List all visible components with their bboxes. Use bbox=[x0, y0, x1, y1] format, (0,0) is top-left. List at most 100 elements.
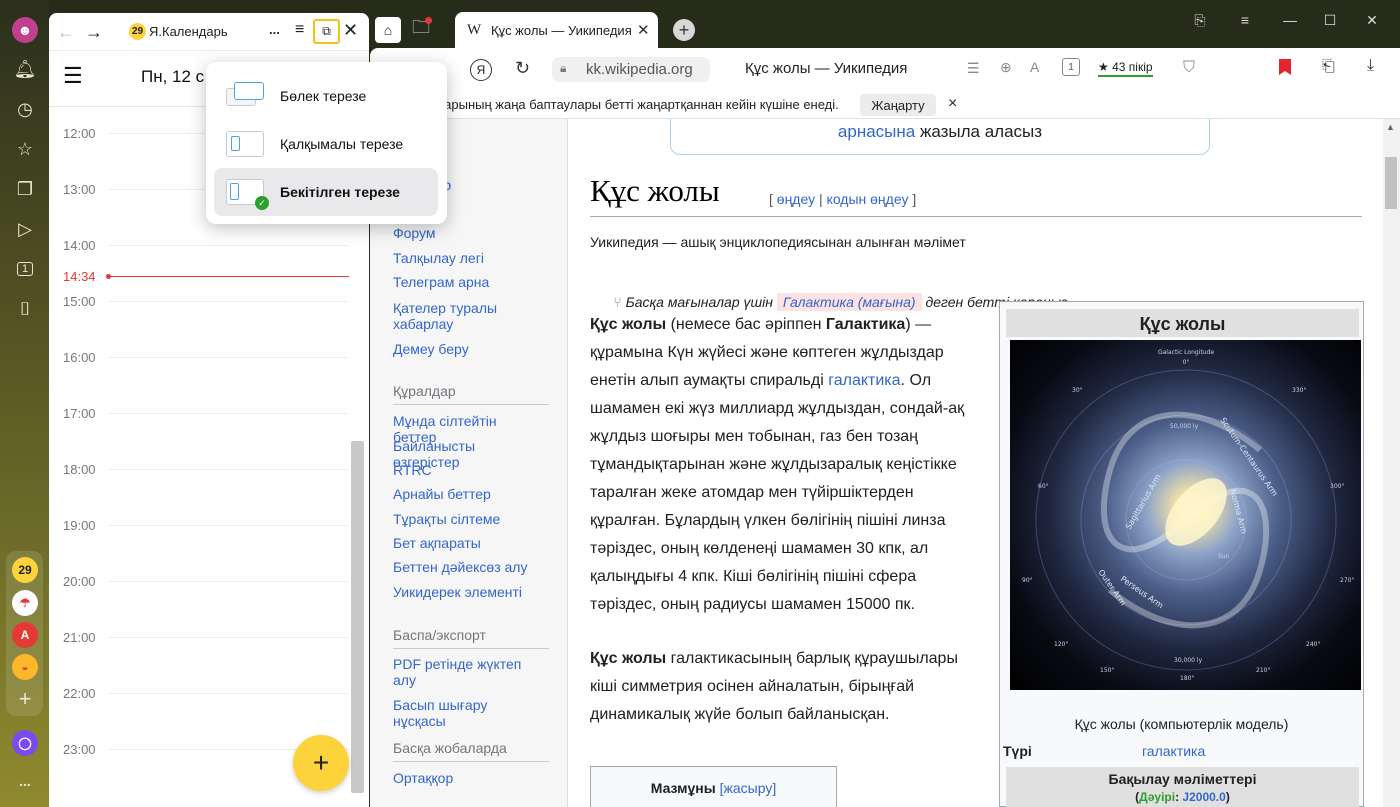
wiki-nav-link[interactable]: Демеу беру bbox=[393, 341, 543, 357]
galaxy-label-270: 270° bbox=[1340, 577, 1354, 584]
history-icon[interactable]: ◷ bbox=[12, 96, 38, 122]
infobox-title: Құс жолы bbox=[1006, 309, 1359, 337]
window-mode-pinned[interactable]: ✓ Бекітілген терезе bbox=[214, 168, 438, 216]
window-mode-separate[interactable]: Бөлек терезе bbox=[214, 72, 438, 120]
translate-app-icon[interactable]: A bbox=[12, 622, 38, 648]
banner-link[interactable]: арнасына bbox=[838, 122, 915, 141]
other-divider bbox=[393, 761, 549, 762]
scroll-up-arrow[interactable]: ▲ bbox=[1386, 122, 1395, 132]
new-folder-icon[interactable]: 🗀︎ bbox=[406, 15, 436, 45]
yandex-button[interactable]: Я bbox=[470, 59, 492, 81]
saved-bookmark-icon[interactable] bbox=[1279, 59, 1291, 75]
translate-icon[interactable]: A bbox=[1030, 59, 1039, 75]
wiki-tools-link[interactable]: Бет ақпараты bbox=[393, 535, 543, 551]
browser-menu-icon[interactable]: ≡ bbox=[1235, 10, 1255, 30]
window-close-button[interactable]: ✕ bbox=[1362, 10, 1382, 30]
page-scroll-thumb[interactable] bbox=[1385, 157, 1397, 209]
back-arrow-icon[interactable]: ← bbox=[57, 22, 75, 43]
galaxy-label-240: 240° bbox=[1306, 641, 1320, 648]
galaxy-image[interactable]: Galactic Longitude 0° 30° 330° 60° 300° … bbox=[1010, 340, 1361, 690]
bell-icon[interactable]: 🔔︎ bbox=[12, 56, 38, 82]
collections-window-icon[interactable]: ⎘ bbox=[1190, 10, 1210, 30]
wiki-other-link[interactable]: Ортаққор bbox=[393, 770, 543, 786]
minimize-button[interactable]: — bbox=[1280, 10, 1300, 30]
menu-icon[interactable]: ≡ bbox=[295, 21, 304, 39]
wiki-tools-link[interactable]: RTRC bbox=[393, 462, 543, 478]
hour-label: 22:00 bbox=[63, 686, 96, 701]
maximize-button[interactable]: ☐ bbox=[1320, 10, 1340, 30]
market-app-icon[interactable]: ◒ bbox=[12, 654, 38, 680]
toc-title: Мазмұны bbox=[650, 780, 716, 796]
alice-icon[interactable]: ◯ bbox=[12, 730, 38, 756]
tab-wikipedia[interactable]: W Құс жолы — Уикипедия ✕ bbox=[455, 12, 658, 48]
extension-icon[interactable]: 1 bbox=[1062, 58, 1080, 76]
info-bar-close[interactable]: × bbox=[948, 95, 957, 113]
print-divider bbox=[393, 648, 549, 649]
collections-icon[interactable]: ❐ bbox=[12, 176, 38, 202]
profile-avatar[interactable]: ☻ bbox=[12, 17, 38, 43]
wiki-print-link[interactable]: Басып шығару нұсқасы bbox=[393, 697, 543, 729]
window-mode-floating-label: Қалқымалы терезе bbox=[280, 136, 404, 152]
weather-app-icon[interactable]: ☂ bbox=[12, 590, 38, 616]
galaxy-label-50k: 50,000 ly bbox=[1170, 423, 1199, 430]
address-bar[interactable]: 🔒︎ kk.wikipedia.org bbox=[552, 57, 710, 82]
home-button[interactable]: ⌂ bbox=[373, 15, 403, 45]
add-event-button[interactable]: + bbox=[293, 735, 349, 791]
hatnote-link[interactable]: Галактика (мағына) bbox=[776, 293, 922, 311]
forward-arrow-icon[interactable]: → bbox=[85, 22, 103, 43]
bookmark-icon[interactable]: ⛉ bbox=[1183, 59, 1195, 77]
panel-title: Я.Календарь bbox=[149, 24, 228, 39]
star-icon[interactable]: ☆ bbox=[12, 136, 38, 162]
wikipedia-favicon: W bbox=[467, 22, 482, 38]
collections-toolbar-icon[interactable]: ⎗ bbox=[1322, 58, 1335, 76]
refresh-button[interactable]: Жаңарту bbox=[860, 94, 936, 116]
hour-line bbox=[109, 301, 349, 302]
wiki-nav-link[interactable]: Телеграм арна bbox=[393, 274, 543, 290]
page-scrollbar[interactable] bbox=[1383, 119, 1400, 807]
hour-label: 19:00 bbox=[63, 518, 96, 533]
galaxy-overlay: Galactic Longitude 0° 30° 330° 60° 300° … bbox=[1022, 349, 1354, 682]
wiki-nav-link[interactable]: Қателер туралы хабарлау bbox=[393, 300, 543, 332]
tabs-count-icon[interactable]: 1 bbox=[12, 256, 38, 282]
window-mode-floating[interactable]: Қалқымалы терезе bbox=[214, 120, 438, 168]
epoch-link[interactable]: Дәуірі bbox=[1139, 790, 1175, 804]
info-bar-text: лдарының жаңа баптаулары бетті жаңартқан… bbox=[429, 97, 839, 112]
wiki-print-link[interactable]: PDF ретінде жүктеп алу bbox=[393, 656, 543, 688]
wiki-nav-link[interactable]: Талқылау легі bbox=[393, 250, 543, 266]
wiki-nav-link[interactable]: Форум bbox=[393, 225, 543, 241]
reload-icon[interactable]: ↻ bbox=[515, 58, 530, 79]
close-icon[interactable]: ✕ bbox=[343, 20, 358, 41]
screenshot-icon[interactable]: ⌷ bbox=[12, 296, 38, 322]
browser-sidebar: ☻ 🔔︎ ◷ ☆ ❐ ▷ 1 ⌷ 29 ☂ A ◒ + ◯ ... bbox=[0, 0, 49, 807]
reviews-badge[interactable]: ★ 43 пікір bbox=[1098, 60, 1153, 77]
galaxy-label-0: 0° bbox=[1183, 359, 1190, 366]
more-button[interactable]: ... bbox=[269, 22, 280, 37]
panel-scrollbar[interactable] bbox=[351, 441, 364, 793]
reader-icon[interactable]: ☰ bbox=[967, 60, 980, 77]
intro-paragraph: Құс жолы (немесе бас әріппен Галактика) … bbox=[590, 316, 965, 613]
download-icon[interactable]: ⤓ bbox=[1367, 57, 1374, 75]
infobox-type-value[interactable]: галактика bbox=[1142, 743, 1205, 759]
play-icon[interactable]: ▷ bbox=[12, 216, 38, 242]
hamburger-icon[interactable]: ☰ bbox=[63, 63, 83, 89]
second-paragraph: Құс жолы галактикасының барлық құраушыла… bbox=[590, 650, 958, 723]
add-app-button[interactable]: + bbox=[12, 686, 38, 712]
zoom-icon[interactable]: ⊕ bbox=[1000, 59, 1012, 76]
wiki-tools-link[interactable]: Тұрақты сілтеме bbox=[393, 511, 543, 527]
tab-close-icon[interactable]: ✕ bbox=[637, 21, 650, 39]
galaxy-link[interactable]: галактика bbox=[828, 372, 900, 389]
hour-label: 17:00 bbox=[63, 406, 96, 421]
wiki-tools-link[interactable]: Арнайы беттер bbox=[393, 486, 543, 502]
toc-toggle[interactable]: [жасыру] bbox=[720, 780, 777, 796]
date-header[interactable]: Пн, 12 с bbox=[141, 67, 204, 87]
window-mode-button[interactable]: ⧉ bbox=[313, 19, 340, 44]
new-tab-button[interactable]: + bbox=[673, 19, 695, 41]
wiki-tools-link[interactable]: Беттен дәйексөз алу bbox=[393, 559, 543, 575]
calendar-app-icon[interactable]: 29 bbox=[12, 557, 38, 583]
edit-link[interactable]: өңдеу bbox=[777, 191, 815, 207]
j2000-link[interactable]: J2000.0 bbox=[1182, 790, 1225, 804]
more-icon[interactable]: ... bbox=[12, 768, 38, 794]
disambig-icon: ⑂ bbox=[613, 294, 626, 310]
edit-source-link[interactable]: кодын өңдеу bbox=[827, 191, 909, 207]
wiki-tools-link[interactable]: Уикидерек элементі bbox=[393, 584, 543, 600]
